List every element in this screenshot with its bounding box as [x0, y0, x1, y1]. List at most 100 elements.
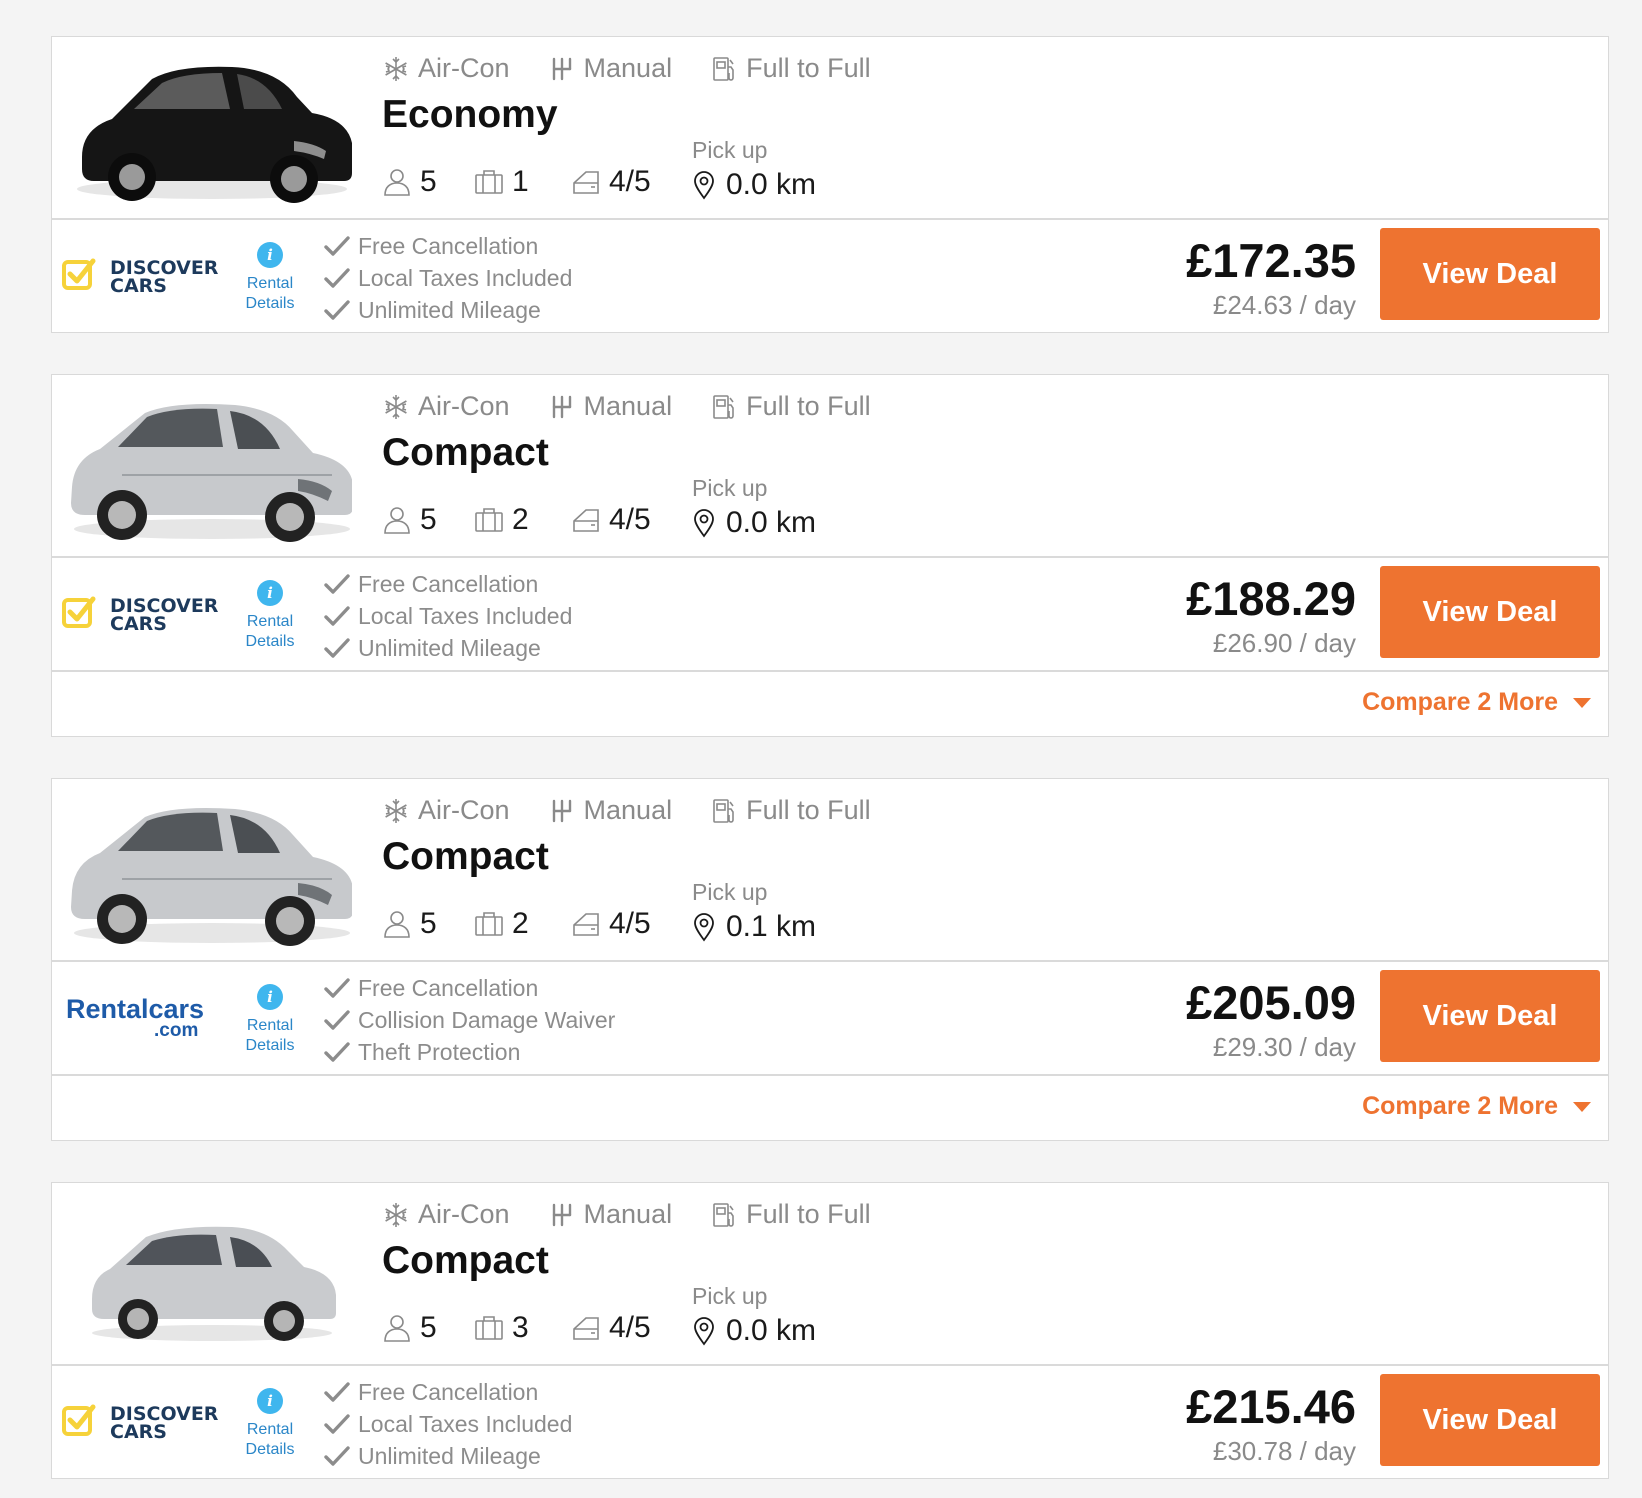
checkmark-icon	[324, 299, 350, 321]
perk-item: Unlimited Mileage	[324, 294, 572, 326]
bags-count: 2	[512, 503, 529, 536]
perk-item: Theft Protection	[324, 1036, 615, 1068]
specs-row: 5 3 4/5	[382, 1311, 691, 1345]
fuel-policy-label: Full to Full	[746, 795, 871, 825]
perk-label: Unlimited Mileage	[358, 1442, 541, 1469]
price-per-day: £30.78 / day	[1212, 1436, 1356, 1466]
compare-more-label: Compare 2 More	[1362, 688, 1558, 716]
black-hatchback-image[interactable]	[62, 49, 352, 209]
gearshift-icon	[548, 393, 576, 421]
fuel-pump-icon	[710, 55, 738, 83]
rental-details-link[interactable]: i Rental Details	[240, 984, 300, 1056]
perk-item: Unlimited Mileage	[324, 1440, 572, 1472]
discover-cars-logo	[62, 588, 222, 638]
silver-hatchback-image[interactable]	[62, 387, 352, 547]
checkmark-icon	[324, 637, 350, 659]
silver-estate-image[interactable]	[62, 1195, 352, 1355]
silver-hatchback-image[interactable]	[62, 791, 352, 951]
bags-count: 1	[512, 165, 529, 198]
suitcase-icon	[474, 167, 504, 197]
pickup-label: Pick up	[692, 137, 768, 163]
fuel-policy-feature: Full to Full	[710, 795, 871, 826]
perk-label: Collision Damage Waiver	[358, 1006, 616, 1033]
view-deal-button[interactable]: View Deal	[1380, 566, 1600, 658]
fuel-policy-feature: Full to Full	[710, 53, 871, 84]
aircon-label: Air-Con	[418, 795, 510, 825]
price-per-day: £26.90 / day	[1212, 628, 1356, 658]
perk-item: Free Cancellation	[324, 1376, 572, 1408]
perk-item: Local Taxes Included	[324, 262, 572, 294]
snowflake-icon	[382, 797, 410, 825]
deal-row: i Rental Details Free Cancellation Local…	[52, 220, 1608, 332]
rental-details-link[interactable]: i Rental Details	[240, 242, 300, 314]
checkmark-icon	[324, 267, 350, 289]
doors-count: 4/5	[609, 1311, 651, 1344]
perk-label: Local Taxes Included	[358, 264, 573, 291]
fuel-policy-label: Full to Full	[746, 53, 871, 83]
compare-more-link[interactable]: Compare 2 More	[1362, 1092, 1592, 1121]
price-block: £172.35 £24.63 / day	[1186, 234, 1356, 321]
compare-more-label: Compare 2 More	[1362, 1092, 1558, 1120]
compare-more-link[interactable]: Compare 2 More	[1362, 688, 1592, 717]
info-icon: i	[257, 242, 283, 268]
car-result-card: Air-Con Manual Full to Full Compact 5 3	[51, 1182, 1609, 1479]
perk-item: Free Cancellation	[324, 972, 615, 1004]
price-total: £172.35	[1186, 234, 1356, 287]
checkmark-icon	[324, 1041, 350, 1063]
rental-details-link[interactable]: i Rental Details	[240, 1388, 300, 1460]
features-row: Air-Con Manual Full to Full	[382, 53, 871, 84]
aircon-feature: Air-Con	[382, 391, 510, 422]
transmission-label: Manual	[583, 1199, 673, 1229]
person-icon	[382, 167, 412, 197]
snowflake-icon	[382, 55, 410, 83]
discover-cars-logo	[62, 1396, 222, 1446]
price-total: £188.29	[1186, 572, 1356, 625]
car-summary: Air-Con Manual Full to Full Compact 5 3	[52, 1183, 1608, 1366]
aircon-label: Air-Con	[418, 1199, 510, 1229]
rental-details-line2: Details	[245, 295, 295, 312]
rental-details-link[interactable]: i Rental Details	[240, 580, 300, 652]
aircon-label: Air-Con	[418, 53, 510, 83]
fuel-policy-feature: Full to Full	[710, 391, 871, 422]
price-total: £215.46	[1186, 1380, 1356, 1433]
car-result-card: Air-Con Manual Full to Full Economy 5 1	[51, 36, 1609, 333]
rental-details-line2: Details	[245, 1441, 295, 1458]
checkmark-icon	[324, 1009, 350, 1031]
discover-cars-logo	[62, 250, 222, 300]
pickup-distance-row: 0.0 km	[692, 1314, 816, 1348]
car-category-title: Compact	[382, 1239, 549, 1282]
checkmark-icon	[324, 1445, 350, 1467]
view-deal-button[interactable]: View Deal	[1380, 228, 1600, 320]
doors-count: 4/5	[609, 165, 651, 198]
gearshift-icon	[548, 55, 576, 83]
car-category-title: Economy	[382, 93, 558, 136]
transmission-feature: Manual	[548, 53, 672, 84]
fuel-policy-label: Full to Full	[746, 391, 871, 421]
features-row: Air-Con Manual Full to Full	[382, 391, 871, 422]
perk-item: Collision Damage Waiver	[324, 1004, 615, 1036]
checkmark-icon	[324, 1413, 350, 1435]
pickup-distance: 0.0 km	[726, 506, 817, 539]
seats-spec: 5	[382, 907, 474, 941]
specs-row: 5 2 4/5	[382, 907, 691, 941]
fuel-pump-icon	[710, 393, 738, 421]
view-deal-button[interactable]: View Deal	[1380, 1374, 1600, 1466]
doors-count: 4/5	[609, 503, 651, 536]
doors-spec: 4/5	[571, 1311, 691, 1345]
view-deal-button[interactable]: View Deal	[1380, 970, 1600, 1062]
specs-row: 5 1 4/5	[382, 165, 691, 199]
suitcase-icon	[474, 909, 504, 939]
fuel-policy-label: Full to Full	[746, 1199, 871, 1229]
car-result-card: Air-Con Manual Full to Full Compact 5 2	[51, 778, 1609, 1141]
caret-down-icon	[1572, 697, 1592, 709]
pickup-distance-row: 0.1 km	[692, 910, 816, 944]
pickup-info: Pick up 0.0 km	[692, 1283, 816, 1348]
transmission-feature: Manual	[548, 391, 672, 422]
perk-label: Local Taxes Included	[358, 602, 573, 629]
transmission-feature: Manual	[548, 795, 672, 826]
seats-spec: 5	[382, 503, 474, 537]
seats-count: 5	[420, 165, 437, 198]
location-pin-icon	[692, 1316, 716, 1346]
location-pin-icon	[692, 912, 716, 942]
perks-list: Free Cancellation Local Taxes Included U…	[324, 230, 572, 326]
